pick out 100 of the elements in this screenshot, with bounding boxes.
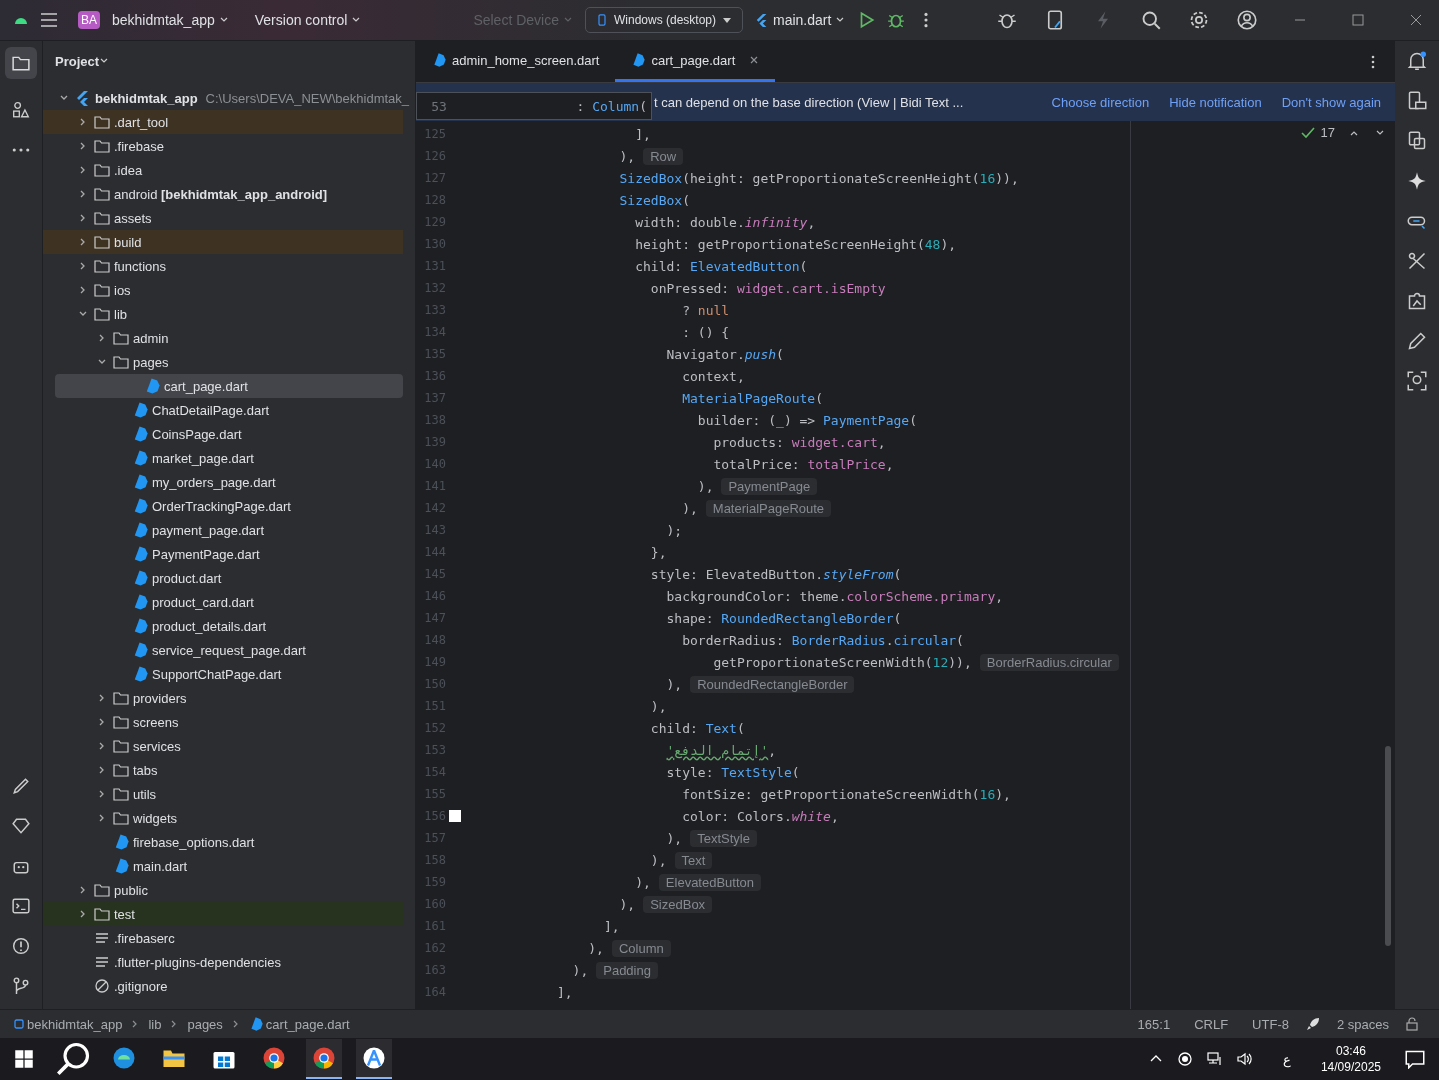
tree-item[interactable]: public [43, 878, 403, 902]
breadcrumb[interactable]: lib [148, 1016, 162, 1032]
tree-item[interactable]: firebase_options.dart [43, 830, 403, 854]
tree-item[interactable]: assets [43, 206, 403, 230]
windows-start-icon[interactable] [14, 1049, 34, 1069]
tree-item[interactable]: product_card.dart [43, 590, 403, 614]
tree-item[interactable]: CoinsPage.dart [43, 422, 403, 446]
tree-item[interactable]: build [43, 230, 403, 254]
tree-item[interactable]: .gitignore [43, 974, 403, 998]
tree-item[interactable]: .idea [43, 158, 403, 182]
image-icon[interactable] [1407, 291, 1427, 311]
tree-item[interactable]: payment_page.dart [43, 518, 403, 542]
tree-item[interactable]: pages [43, 350, 403, 374]
clock[interactable]: 03:46 14/09/2025 [1320, 1043, 1381, 1075]
tree-item[interactable]: utils [43, 782, 403, 806]
brush-icon[interactable] [12, 777, 30, 795]
tree-item[interactable]: product.dart [43, 566, 403, 590]
problems-count[interactable]: 17 [1320, 125, 1335, 140]
copy-icon[interactable] [1407, 131, 1427, 151]
tree-item-label: test [114, 906, 135, 922]
code-line: ), PaymentPage [463, 478, 818, 494]
record-icon[interactable] [1176, 1051, 1193, 1067]
git-branch-icon[interactable] [12, 977, 30, 995]
menu-icon[interactable] [40, 11, 58, 29]
taskbar-app[interactable] [306, 1039, 342, 1079]
network-icon[interactable] [1206, 1051, 1223, 1067]
terminal-icon[interactable] [12, 897, 30, 915]
panel-view-dropdown[interactable]: Project [55, 53, 110, 69]
tree-item[interactable]: .firebaserc [43, 926, 403, 950]
project-tool-button[interactable] [5, 47, 37, 79]
breadcrumb[interactable]: cart_page.dart [248, 1016, 350, 1032]
close-icon[interactable] [749, 55, 760, 65]
pencil-icon[interactable] [1407, 331, 1427, 351]
keyboard-language[interactable]: ع [1282, 1051, 1291, 1067]
tree-item[interactable]: lib [43, 302, 403, 326]
tree-item[interactable]: widgets [43, 806, 403, 830]
dart-file-icon [132, 450, 148, 466]
cursor-position[interactable]: 165:1 [1137, 1016, 1171, 1032]
folder-icon [94, 234, 110, 250]
taskbar-app[interactable] [356, 1039, 392, 1079]
tree-item[interactable]: ios [43, 278, 403, 302]
tree-item-label: OrderTrackingPage.dart [152, 498, 291, 514]
tree-item-label: ios [114, 282, 131, 298]
account-icon[interactable] [1237, 10, 1257, 30]
tree-item-label: .flutter-plugins-dependencies [114, 954, 281, 970]
breadcrumb[interactable]: pages [187, 1016, 223, 1032]
tree-item[interactable]: .firebase [43, 134, 403, 158]
problems-icon[interactable] [12, 937, 30, 955]
lock-icon[interactable] [1405, 1017, 1419, 1031]
device-icon[interactable] [1045, 10, 1065, 30]
device-dropdown[interactable]: Windows (desktop) [584, 7, 743, 33]
settings-icon[interactable] [1189, 10, 1209, 30]
tree-item[interactable]: main.dart [43, 854, 403, 878]
line-separator[interactable]: CRLF [1194, 1016, 1229, 1032]
tree-item[interactable]: PaymentPage.dart [43, 542, 403, 566]
editor-tab[interactable]: admin_home_screen.dart [416, 41, 616, 82]
tree-item[interactable]: ChatDetailPage.dart [43, 398, 403, 422]
speaker-icon[interactable] [1236, 1051, 1253, 1067]
notification-link[interactable]: Hide notification [1169, 94, 1262, 110]
tree-item[interactable]: service_request_page.dart [43, 638, 403, 662]
tree-item[interactable]: services [43, 734, 403, 758]
tree-item[interactable]: SupportChatPage.dart [43, 662, 403, 686]
indent-setting[interactable]: 2 spaces [1336, 1016, 1389, 1032]
tree-item-label: PaymentPage.dart [152, 546, 260, 562]
tree-item[interactable]: .dart_tool [43, 110, 403, 134]
run-config-dropdown[interactable]: main.dart [755, 12, 846, 28]
device-manager-icon[interactable] [1407, 91, 1427, 111]
tree-item[interactable]: tabs [43, 758, 403, 782]
search-icon[interactable] [1141, 10, 1161, 30]
notification-link[interactable]: Choose direction [1051, 94, 1150, 110]
tree-item[interactable]: .flutter-plugins-dependencies [43, 950, 403, 974]
tree-item[interactable]: android [bekhidmtak_app_android] [43, 182, 403, 206]
rocket-icon[interactable] [1304, 1016, 1321, 1032]
sparkle-icon[interactable] [1407, 171, 1427, 191]
code-line: ), Column [463, 940, 671, 956]
tree-item[interactable]: functions [43, 254, 403, 278]
inspect-icon[interactable] [1407, 371, 1427, 391]
tree-item[interactable]: providers [43, 686, 403, 710]
notification-center-icon[interactable] [1405, 1049, 1425, 1069]
tree-item[interactable]: OrderTrackingPage.dart [43, 494, 403, 518]
breadcrumb[interactable]: bekhidmtak_app [14, 1016, 123, 1032]
tree-item[interactable]: admin [43, 326, 403, 350]
tree-item[interactable]: my_orders_page.dart [43, 470, 403, 494]
color-swatch[interactable] [448, 810, 461, 822]
version-control-dropdown[interactable]: Version control [254, 12, 362, 28]
shapes-icon[interactable] [12, 101, 30, 119]
notification-bell-icon[interactable] [1407, 51, 1427, 71]
notification-link[interactable]: Don't show again [1281, 94, 1381, 110]
scissors-icon[interactable] [1407, 251, 1427, 271]
folder-icon [113, 354, 129, 370]
code-line: builder: (_) => PaymentPage( [696, 412, 917, 428]
tree-item[interactable]: cart_page.dart [55, 374, 403, 398]
tree-item[interactable]: test [43, 902, 403, 926]
tree-item[interactable]: market_page.dart [43, 446, 403, 470]
project-name-dropdown[interactable]: bekhidmtak_app [112, 12, 229, 28]
tree-item[interactable]: product_details.dart [43, 614, 403, 638]
tree-item[interactable]: screens [43, 710, 403, 734]
diamond-icon[interactable] [12, 817, 30, 835]
file-encoding[interactable]: UTF-8 [1252, 1016, 1289, 1032]
code-line: ); [665, 522, 683, 538]
